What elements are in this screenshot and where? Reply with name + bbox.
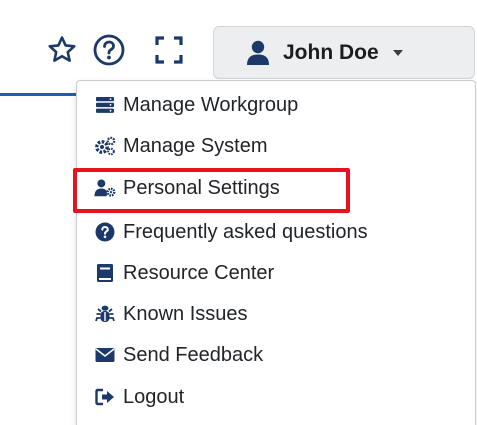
user-name: John Doe: [283, 40, 379, 64]
menu-item-label: Frequently asked questions: [123, 220, 368, 243]
fullscreen-icon[interactable]: [153, 34, 185, 66]
menu-item-logout[interactable]: Logout: [77, 377, 475, 417]
menu-item-label: Resource Center: [123, 261, 275, 284]
menu-item-manage-workgroup[interactable]: Manage Workgroup: [77, 85, 475, 125]
user-dropdown-menu: Manage Workgroup Manage System Personal …: [76, 80, 476, 425]
menu-item-faq[interactable]: Frequently asked questions: [77, 212, 475, 252]
highlight-box: [73, 168, 350, 213]
user-menu-button[interactable]: John Doe: [213, 26, 475, 79]
star-outline-icon[interactable]: [46, 34, 78, 66]
menu-item-manage-system[interactable]: Manage System: [77, 126, 475, 166]
sign-out-icon: [94, 386, 116, 408]
menu-item-label: Known Issues: [123, 302, 248, 325]
menu-item-label: Logout: [123, 385, 185, 408]
envelope-icon: [94, 344, 116, 366]
question-circle-icon: [94, 221, 116, 243]
bug-icon: [94, 303, 116, 325]
caret-down-icon: [392, 49, 403, 56]
menu-item-send-feedback[interactable]: Send Feedback: [77, 335, 475, 375]
menu-item-label: Send Feedback: [123, 343, 264, 366]
menu-item-label: Manage System: [123, 134, 268, 157]
book-icon: [94, 262, 116, 284]
menu-item-resource-center[interactable]: Resource Center: [77, 253, 475, 293]
menu-item-known-issues[interactable]: Known Issues: [77, 294, 475, 334]
server-stack-icon: [94, 94, 116, 116]
gears-icon: [94, 135, 116, 157]
user-icon: [246, 40, 270, 66]
help-icon[interactable]: [92, 33, 126, 67]
menu-item-label: Manage Workgroup: [123, 93, 299, 116]
